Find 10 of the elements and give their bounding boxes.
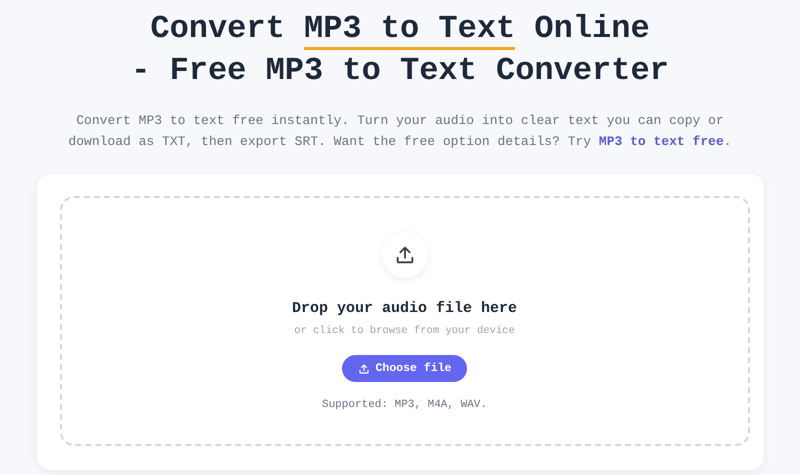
- intro-paragraph: Convert MP3 to text free instantly. Turn your audio into clear text you can copy or download as TXT, then export SRT. Want the free option details? Try MP3 to text free.: [67, 112, 733, 151]
- drop-subtitle: or click to browse from your device: [294, 325, 515, 337]
- drop-title: Drop your audio file here: [292, 300, 518, 317]
- upload-icon: [358, 362, 370, 374]
- choose-file-button[interactable]: Choose file: [342, 355, 468, 382]
- supported-formats: Supported: MP3, M4A, WAV.: [322, 399, 488, 411]
- drop-zone[interactable]: Drop your audio file here or click to browse from your device Choose file Supported: MP3, M4A, WAV.: [60, 196, 750, 446]
- page-heading: Convert MP3 to Text Online - Free MP3 to Text Converter: [131, 9, 669, 91]
- upload-icon: [382, 232, 428, 278]
- free-link[interactable]: MP3 to text free: [598, 134, 724, 149]
